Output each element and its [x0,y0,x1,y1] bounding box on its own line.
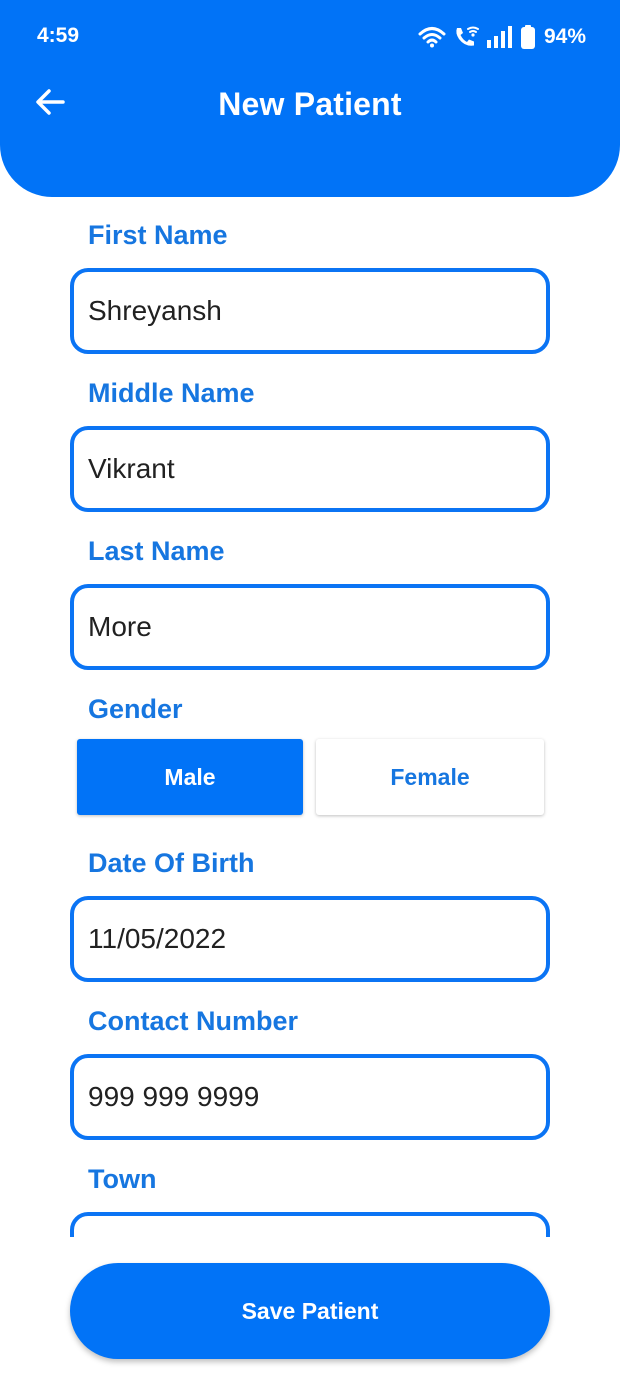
app-header: 4:59 94% New Patient [0,0,620,197]
page-title: New Patient [218,86,402,122]
town-field[interactable] [70,1212,550,1237]
gender-female-button[interactable]: Female [316,739,544,815]
middle-name-value: Vikrant [88,453,175,484]
battery-icon [520,25,535,49]
gender-label: Gender [88,694,183,724]
date-of-birth-field[interactable]: 11/05/2022 [70,896,550,982]
status-time: 4:59 [37,24,80,47]
wifi-call-icon [453,25,479,49]
first-name-label: First Name [88,220,228,250]
last-name-field[interactable]: More [70,584,550,670]
first-name-field[interactable]: Shreyansh [70,268,550,354]
contact-number-value: 999 999 9999 [88,1081,260,1112]
status-icons: 94% [418,22,586,52]
last-name-label: Last Name [88,536,225,566]
date-of-birth-value: 11/05/2022 [88,923,227,954]
first-name-value: Shreyansh [88,295,222,326]
middle-name-field[interactable]: Vikrant [70,426,550,512]
contact-number-label: Contact Number [88,1006,299,1036]
date-of-birth-label: Date Of Birth [88,848,255,878]
contact-number-field[interactable]: 999 999 9999 [70,1054,550,1140]
last-name-value: More [88,611,152,642]
signal-icon [486,26,514,48]
wifi-icon [418,26,446,48]
status-bar: 4:59 94% [0,0,620,74]
middle-name-label: Middle Name [88,378,255,408]
town-label: Town [88,1164,157,1194]
gender-male-button[interactable]: Male [77,739,303,815]
battery-percent: 94% [543,25,586,48]
patient-form: First Name Shreyansh Middle Name Vikrant… [0,197,620,1237]
save-patient-button[interactable]: Save Patient [70,1263,550,1359]
